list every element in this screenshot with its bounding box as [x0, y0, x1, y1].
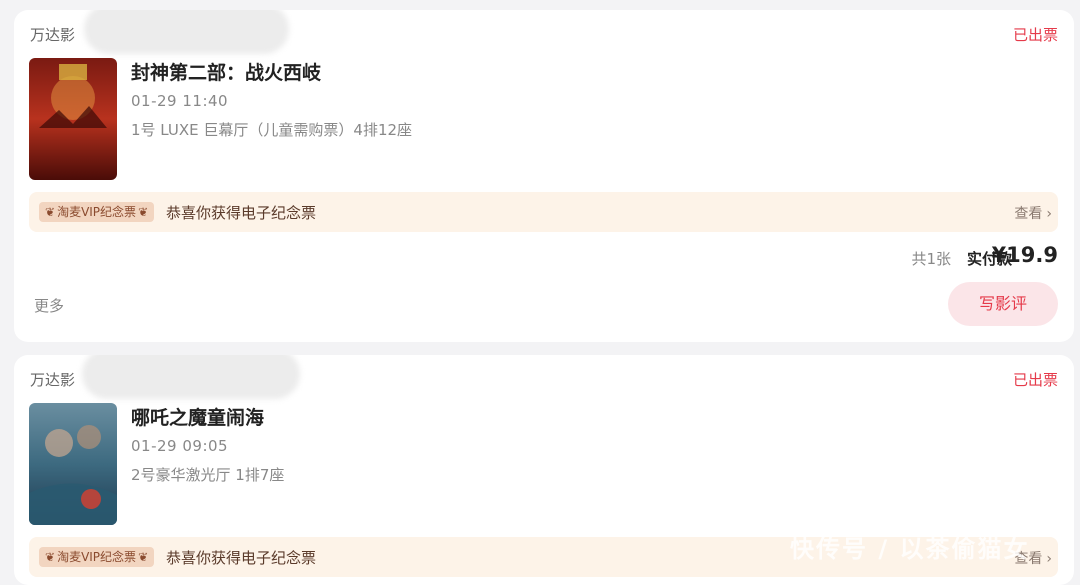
cinema-name: 万达影	[30, 26, 76, 44]
laurel-icon: ❦	[45, 205, 56, 219]
ticket-count: 共1张	[911, 250, 951, 268]
chevron-right-icon: ›	[1046, 206, 1052, 222]
ticket-status: 已出票	[1012, 371, 1058, 389]
show-time: 01-29 09:05	[131, 437, 229, 455]
movie-poster[interactable]	[29, 403, 117, 525]
movie-title[interactable]: 封神第二部：战火西岐	[131, 58, 321, 85]
banner-message: 恭喜你获得电子纪念票	[166, 549, 317, 567]
ticket-status: 已出票	[1012, 26, 1058, 44]
movie-poster[interactable]	[29, 58, 117, 180]
order-card[interactable]: 万达影 已出票 封神第二部：战火西岐 01-29 11:40 1号 LUXE 巨…	[14, 10, 1074, 342]
laurel-icon: ❦	[138, 550, 149, 564]
view-label: 查看	[1014, 206, 1043, 222]
laurel-icon: ❦	[45, 550, 56, 564]
cinema-name: 万达影	[30, 371, 76, 389]
poster-image	[29, 58, 117, 180]
privacy-blur	[82, 355, 300, 399]
laurel-icon: ❦	[138, 205, 149, 219]
paid-price: ¥19.9	[991, 243, 1058, 267]
vip-badge-label: 淘麦VIP纪念票	[57, 550, 137, 564]
chevron-right-icon: ›	[1046, 551, 1052, 567]
hall-seat: 1号 LUXE 巨幕厅（儿童需购票）4排12座	[131, 121, 413, 139]
souvenir-ticket-banner[interactable]: ❦ 淘麦VIP纪念票 ❦ 恭喜你获得电子纪念票 查看 ›	[29, 192, 1058, 232]
vip-badge: ❦ 淘麦VIP纪念票 ❦	[39, 547, 155, 567]
banner-message: 恭喜你获得电子纪念票	[166, 204, 317, 222]
movie-title[interactable]: 哪吒之魔童闹海	[131, 403, 264, 430]
poster-image	[29, 403, 117, 525]
write-review-button[interactable]: 写影评	[948, 282, 1058, 326]
more-button[interactable]: 更多	[34, 295, 64, 316]
show-time: 01-29 11:40	[131, 92, 229, 110]
privacy-blur	[84, 10, 289, 54]
hall-seat: 2号豪华激光厅 1排7座	[131, 466, 285, 484]
vip-badge: ❦ 淘麦VIP纪念票 ❦	[39, 202, 155, 222]
view-link[interactable]: 查看 ›	[1014, 203, 1052, 223]
vip-badge-label: 淘麦VIP纪念票	[57, 205, 137, 219]
